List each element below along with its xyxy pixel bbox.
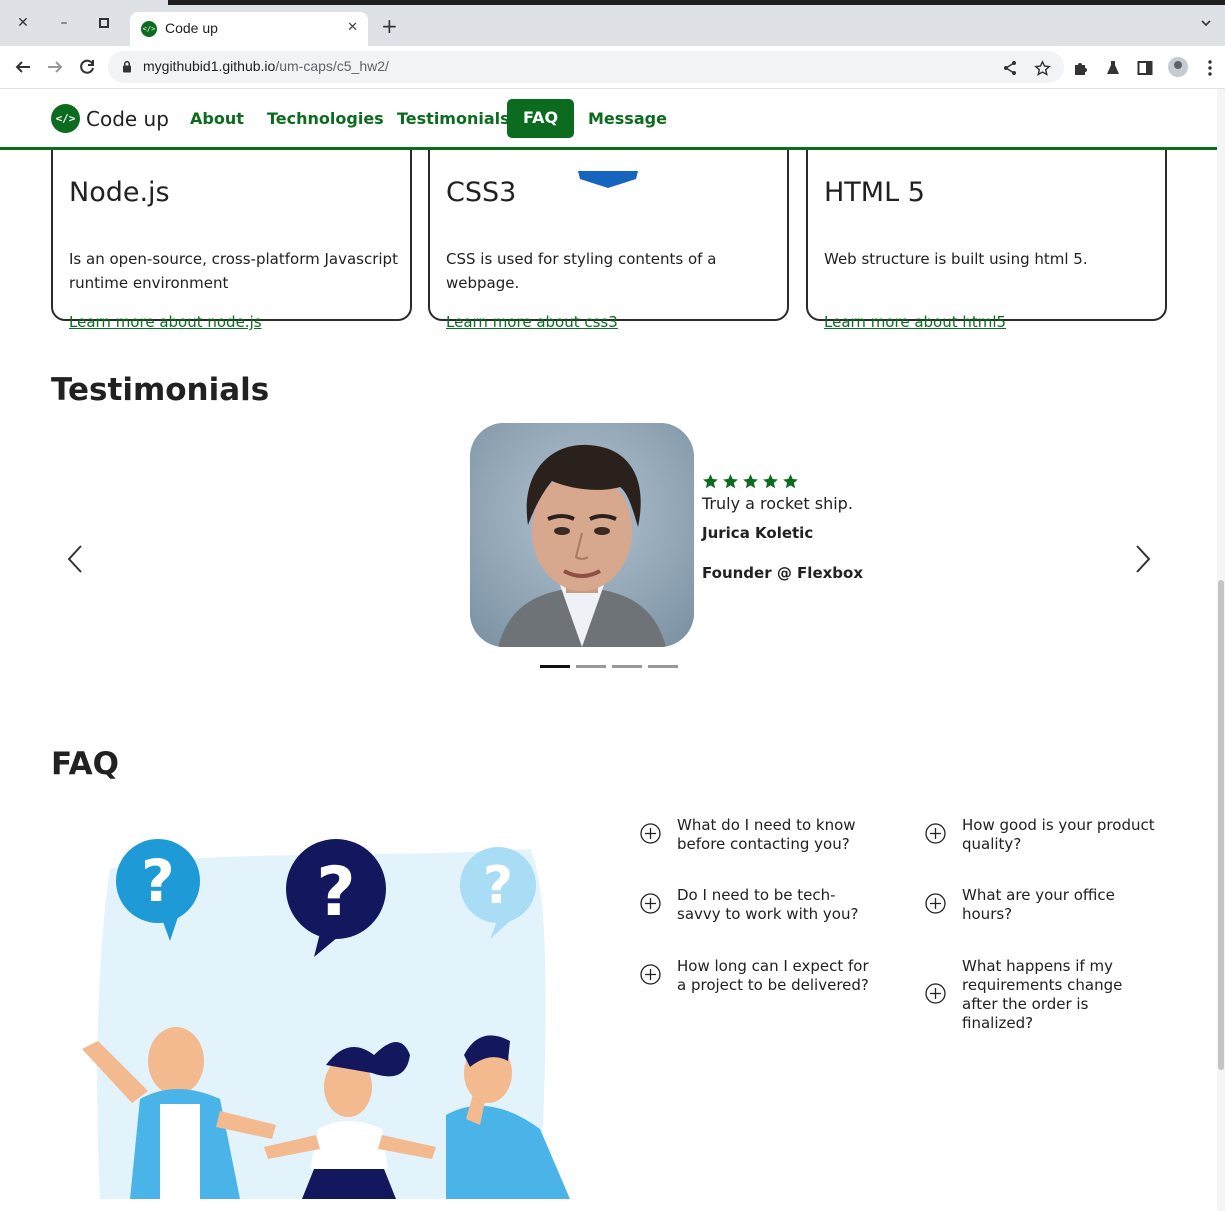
share-icon[interactable] — [1000, 58, 1020, 78]
brand[interactable]: </> Code up — [51, 104, 169, 133]
carousel-next-chevron-icon[interactable] — [1133, 544, 1153, 574]
testimonials-heading: Testimonials — [51, 372, 270, 408]
faq-question: How long can I expect for a project to b… — [677, 957, 869, 994]
lock-icon[interactable] — [122, 60, 132, 73]
tech-card-link[interactable]: Learn more about css3 — [446, 313, 618, 331]
nav-link-faq[interactable]: FAQ — [507, 99, 575, 138]
carousel-prev-chevron-icon[interactable] — [65, 544, 85, 574]
tech-card-title: HTML 5 — [824, 177, 925, 208]
labs-flask-icon[interactable] — [1103, 58, 1123, 78]
forward-icon[interactable] — [44, 56, 66, 78]
plus-circle-icon[interactable] — [640, 964, 661, 985]
testimonial-role: Founder @ Flexbox — [702, 564, 864, 582]
new-tab-icon[interactable]: + — [381, 16, 398, 36]
page-scrollbar-thumb[interactable] — [1218, 580, 1224, 1070]
faq-question: What do I need to know before contacting… — [677, 816, 856, 853]
tech-card-link[interactable]: Learn more about html5 — [824, 313, 1006, 331]
bookmark-star-icon[interactable] — [1032, 58, 1052, 78]
tech-card-description: Web structure is built using html 5. — [824, 250, 1088, 268]
tech-card-description: Is an open-source, cross-platform Javasc… — [69, 250, 398, 292]
reload-icon[interactable] — [76, 56, 98, 78]
browser-menu-icon[interactable] — [1200, 58, 1220, 78]
carousel-indicators — [540, 665, 678, 668]
faq-question: What are your office hours? — [962, 886, 1115, 923]
svg-text:?: ? — [141, 847, 175, 915]
star-icon — [763, 474, 778, 489]
css3-logo-icon — [578, 171, 638, 188]
address-bar[interactable]: mygithubid1.github.io/um-caps/c5_hw2/ — [108, 51, 1064, 83]
nav-link-testimonials[interactable]: Testimonials — [397, 109, 510, 128]
tech-card-description: CSS is used for styling contents of a we… — [446, 250, 717, 292]
person-portrait-icon — [470, 423, 694, 647]
plus-circle-icon[interactable] — [640, 823, 661, 844]
faq-heading: FAQ — [51, 746, 119, 782]
code-brackets-logo-icon: </> — [51, 104, 80, 133]
window-minimize-icon[interactable]: – — [53, 12, 75, 34]
plus-circle-icon[interactable] — [925, 823, 946, 844]
testimonial-quote: Truly a rocket ship. — [702, 494, 853, 513]
star-icon — [723, 474, 738, 489]
tab-title: Code up — [165, 20, 218, 36]
star-icon — [703, 474, 718, 489]
browser-tabstrip: ✕ – </> Code up ✕ + — [0, 0, 1225, 46]
back-icon[interactable] — [12, 56, 34, 78]
star-icon — [783, 474, 798, 489]
carousel-indicator[interactable] — [576, 665, 606, 668]
browser-toolbar: mygithubid1.github.io/um-caps/c5_hw2/ — [0, 46, 1225, 89]
testimonial-name: Jurica Koletic — [702, 524, 814, 542]
faq-question: What happens if my requirements change a… — [962, 957, 1123, 1032]
carousel-indicator[interactable] — [612, 665, 642, 668]
nav-link-technologies[interactable]: Technologies — [267, 109, 384, 128]
faq-question: How good is your product quality? — [962, 816, 1155, 853]
carousel-indicator[interactable] — [648, 665, 678, 668]
page-viewport: Node.js Is an open-source, cross-platfor… — [0, 89, 1217, 1211]
svg-text:?: ? — [316, 853, 355, 932]
favicon-icon: </> — [141, 21, 157, 37]
tech-card-title: Node.js — [69, 177, 170, 208]
svg-text:?: ? — [483, 856, 513, 916]
site-navbar: </> Code up About Technologies Testimoni… — [0, 89, 1217, 150]
url-host: mygithubid1.github.io — [143, 58, 276, 74]
tab-close-icon[interactable]: ✕ — [347, 20, 358, 35]
rating-stars — [702, 473, 799, 490]
faq-people-illustration: ? ? ? — [82, 839, 570, 1199]
star-icon — [743, 474, 758, 489]
tabstrip-top-border — [168, 0, 1225, 5]
url-text: mygithubid1.github.io/um-caps/c5_hw2/ — [143, 58, 389, 74]
tab-search-chevron-icon[interactable] — [1201, 18, 1211, 28]
nav-link-message[interactable]: Message — [588, 109, 667, 128]
plus-circle-icon[interactable] — [640, 893, 661, 914]
plus-circle-icon[interactable] — [925, 983, 946, 1004]
url-path: /um-caps/c5_hw2/ — [275, 58, 389, 74]
tech-card-link[interactable]: Learn more about node.js — [69, 313, 262, 331]
plus-circle-icon[interactable] — [925, 893, 946, 914]
browser-tab[interactable]: </> Code up ✕ — [130, 12, 368, 46]
profile-avatar-icon[interactable] — [1168, 57, 1188, 77]
extensions-icon[interactable] — [1071, 58, 1091, 78]
faq-question: Do I need to be tech-savvy to work with … — [677, 886, 859, 923]
brand-name: Code up — [86, 106, 169, 131]
carousel-indicator[interactable] — [540, 665, 570, 668]
testimonial-avatar — [470, 423, 694, 647]
window-maximize-icon[interactable] — [93, 12, 115, 34]
side-panel-icon[interactable] — [1135, 58, 1155, 78]
tech-card-title: CSS3 — [446, 177, 517, 208]
nav-link-about[interactable]: About — [190, 109, 244, 128]
window-close-icon[interactable]: ✕ — [12, 12, 34, 34]
